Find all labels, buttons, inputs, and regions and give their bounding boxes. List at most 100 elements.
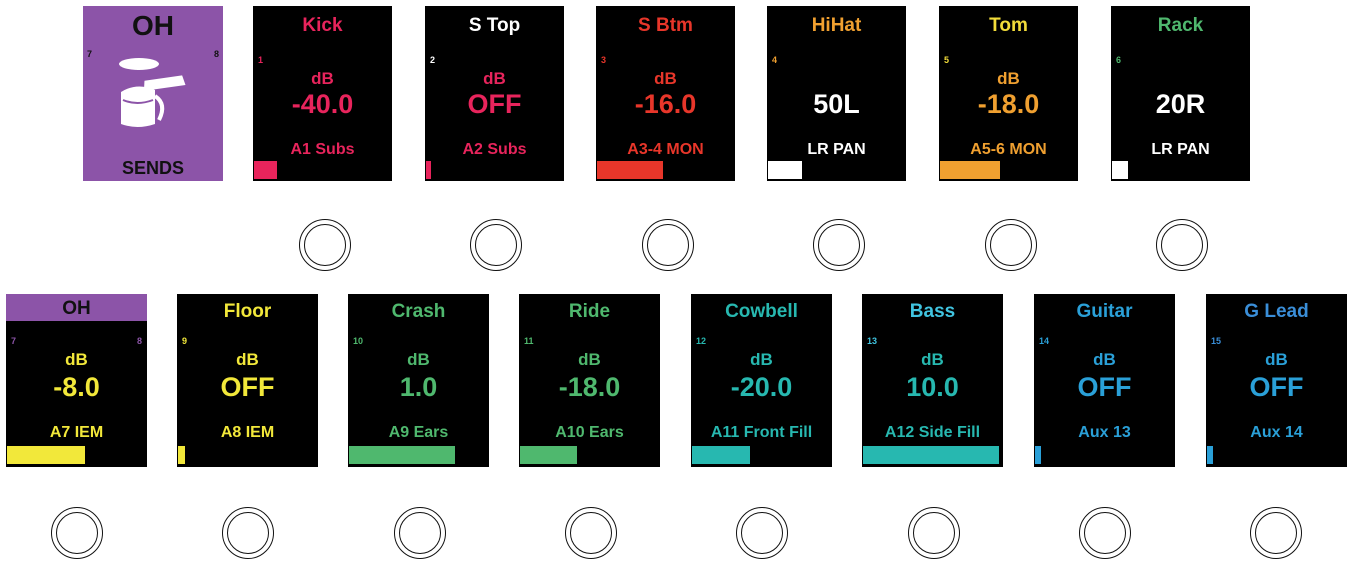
- unit-label: dB: [65, 350, 88, 369]
- channel-number-right: 8: [136, 336, 142, 346]
- send-destination: A2 Subs: [462, 141, 527, 158]
- knob-cowbell[interactable]: [736, 507, 788, 559]
- knob-s-btm[interactable]: [642, 219, 694, 271]
- channel-strip-guitar[interactable]: Guitar 14 dB OFF Aux 13: [1034, 294, 1175, 467]
- level-value: 1.0: [399, 372, 438, 402]
- channel-strip-g-lead[interactable]: G Lead 15 dB OFF Aux 14: [1206, 294, 1347, 467]
- level-value: OFF: [1249, 372, 1304, 402]
- channel-number: 5: [944, 55, 950, 65]
- channel-strip-oh[interactable]: OH 7 8 dB -8.0 A7 IEM: [6, 294, 147, 467]
- channel-number: 14: [1039, 336, 1050, 346]
- strip-name: Guitar: [1076, 301, 1133, 322]
- strip-name: Rack: [1157, 15, 1204, 36]
- knob-hihat[interactable]: [813, 219, 865, 271]
- channel-number: 2: [430, 55, 436, 65]
- knob-tom[interactable]: [985, 219, 1037, 271]
- send-destination: A12 Side Fill: [884, 424, 981, 441]
- channel-number: 11: [524, 336, 534, 346]
- knob-s-top[interactable]: [470, 219, 522, 271]
- unit-label: dB: [750, 350, 773, 369]
- knob-g-lead[interactable]: [1250, 507, 1302, 559]
- knob-bass[interactable]: [908, 507, 960, 559]
- channel-strip-crash[interactable]: Crash 10 dB 1.0 A9 Ears: [348, 294, 489, 467]
- unit-label: dB: [1265, 350, 1288, 369]
- channel-number: 10: [353, 336, 364, 346]
- channel-number: 3: [601, 55, 607, 65]
- unit-label: dB: [236, 350, 259, 369]
- level-value: 50L: [813, 89, 860, 119]
- strip-name: S Top: [468, 15, 521, 36]
- channel-strip-s-top[interactable]: S Top 2 dB OFF A2 Subs: [425, 6, 564, 181]
- sends-tile-title: OH: [132, 10, 174, 41]
- sends-tile[interactable]: OH 7 8 SENDS: [83, 6, 223, 181]
- channel-number: 6: [1116, 55, 1122, 65]
- knob-guitar[interactable]: [1079, 507, 1131, 559]
- knob-rack[interactable]: [1156, 219, 1208, 271]
- level-value: 20R: [1155, 89, 1206, 119]
- level-meter: [1112, 161, 1128, 179]
- channel-number: 4: [772, 55, 778, 65]
- knob-kick[interactable]: [299, 219, 351, 271]
- level-value: -40.0: [291, 89, 354, 119]
- sends-tile-label: SENDS: [121, 158, 184, 178]
- level-value: -18.0: [558, 372, 621, 402]
- send-destination: A1 Subs: [290, 141, 355, 158]
- strip-name: Crash: [391, 301, 446, 322]
- level-value: -20.0: [730, 372, 793, 402]
- level-value: OFF: [220, 372, 275, 402]
- strip-name: S Btm: [638, 15, 693, 36]
- strip-name: OH: [6, 294, 147, 321]
- strip-name: Ride: [568, 301, 611, 322]
- channel-strip-cowbell[interactable]: Cowbell 12 dB -20.0 A11 Front Fill: [691, 294, 832, 467]
- channel-strip-floor[interactable]: Floor 9 dB OFF A8 IEM: [177, 294, 318, 467]
- level-meter: [1035, 446, 1041, 464]
- channel-number: 12: [696, 336, 707, 346]
- level-meter: [1207, 446, 1213, 464]
- channel-number: 13: [867, 336, 878, 346]
- strip-name: Tom: [989, 15, 1028, 36]
- knob-crash[interactable]: [394, 507, 446, 559]
- level-meter: [520, 446, 577, 464]
- level-meter: [178, 446, 185, 464]
- channel-strip-bass[interactable]: Bass 13 dB 10.0 A12 Side Fill: [862, 294, 1003, 467]
- channel-strip-kick[interactable]: Kick 1 dB -40.0 A1 Subs: [253, 6, 392, 181]
- unit-label: dB: [654, 69, 677, 88]
- level-meter: [940, 161, 1000, 179]
- unit-label: dB: [921, 350, 944, 369]
- unit-label: dB: [578, 350, 601, 369]
- channel-strip-ride[interactable]: Ride 11 dB -18.0 A10 Ears: [519, 294, 660, 467]
- send-destination: Aux 14: [1250, 424, 1303, 441]
- level-meter: [7, 446, 85, 464]
- sends-tile-left-channel: 7: [87, 49, 93, 59]
- level-meter: [254, 161, 277, 179]
- strip-name: HiHat: [811, 15, 862, 36]
- unit-label: dB: [483, 69, 506, 88]
- send-destination: A7 IEM: [49, 424, 104, 441]
- channel-number: 9: [182, 336, 188, 346]
- strip-name: Bass: [909, 301, 956, 322]
- sends-tile-right-channel: 8: [213, 49, 219, 59]
- strip-name: Cowbell: [725, 301, 798, 322]
- send-destination: A9 Ears: [388, 424, 449, 441]
- send-destination: A3-4 MON: [627, 141, 704, 158]
- unit-label: dB: [997, 69, 1020, 88]
- strip-name: G Lead: [1244, 301, 1309, 322]
- level-value: OFF: [467, 89, 522, 119]
- send-destination: A10 Ears: [555, 424, 624, 441]
- channel-strip-s-btm[interactable]: S Btm 3 dB -16.0 A3-4 MON: [596, 6, 735, 181]
- send-destination: LR PAN: [807, 141, 866, 158]
- drum-overhead-icon: [119, 58, 186, 127]
- channel-number: 15: [1211, 336, 1222, 346]
- knob-ride[interactable]: [565, 507, 617, 559]
- level-meter: [768, 161, 802, 179]
- knob-floor[interactable]: [222, 507, 274, 559]
- level-value: -18.0: [977, 89, 1040, 119]
- knob-oh[interactable]: [51, 507, 103, 559]
- channel-strip-hihat[interactable]: HiHat 4 50L LR PAN: [767, 6, 906, 181]
- channel-number: 1: [258, 55, 264, 65]
- channel-strip-tom[interactable]: Tom 5 dB -18.0 A5-6 MON: [939, 6, 1078, 181]
- level-value: -16.0: [634, 89, 697, 119]
- channel-strip-rack[interactable]: Rack 6 20R LR PAN: [1111, 6, 1250, 181]
- level-meter: [349, 446, 455, 464]
- level-value: OFF: [1077, 372, 1132, 402]
